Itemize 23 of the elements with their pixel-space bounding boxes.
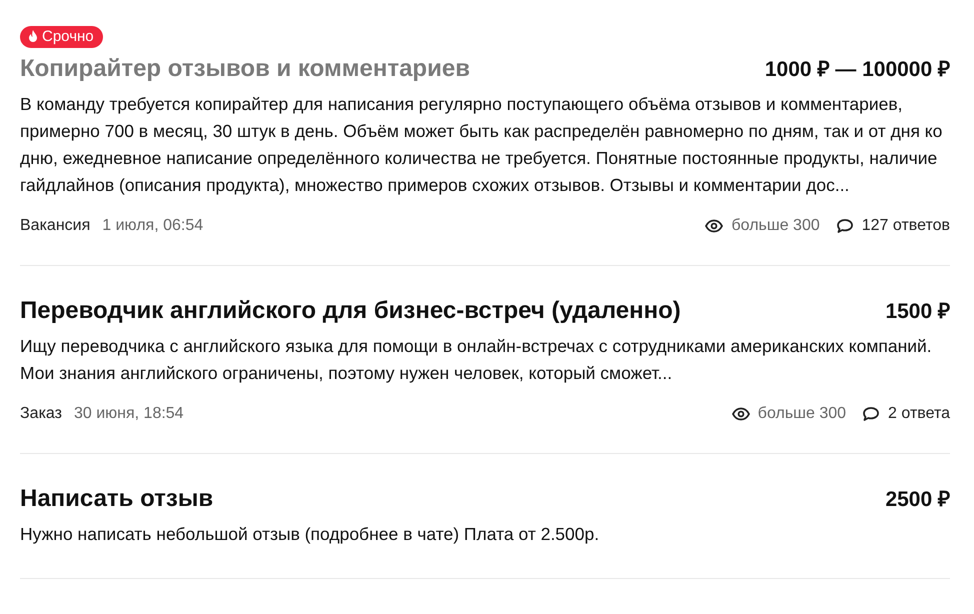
job-title-link[interactable]: Копирайтер отзывов и комментариев <box>20 55 470 83</box>
price: 2500 ₽ <box>885 487 950 512</box>
job-title-link[interactable]: Переводчик английского для бизнес-встреч (удаленно) <box>20 297 681 325</box>
job-description: В команду требуется копирайтер для написания регулярно поступающего объёма отзывов и комментариев, примерно 700 в месяц, 30 штук в день. Объём может быть как распределён равномерно по дням, так и от дня ко дню, ежедневное написание определённого количества не требуется. Понятные постоянные продукты, наличие гайдлайнов (описания продукта), множество примеров схожих отзывов. Отзывы и комментарии дос... <box>20 93 944 197</box>
price: 1500 ₽ <box>885 299 950 324</box>
job-title-link[interactable]: Написать отзыв <box>20 485 214 513</box>
job-description: Нужно написать небольшой отзыв (подробнее в чате) Плата от 2.500р. <box>20 523 600 546</box>
flame-icon <box>28 30 38 43</box>
job-type: Вакансия <box>20 217 90 235</box>
job-type: Заказ <box>20 405 62 423</box>
views-count: больше 300 <box>731 217 820 235</box>
post-date: 30 июня, 18:54 <box>74 405 184 423</box>
eye-icon <box>705 219 724 233</box>
responses-count: 127 ответов <box>862 217 950 235</box>
badge-label: Срочно <box>42 28 94 45</box>
responses-count: 2 ответа <box>888 405 950 423</box>
speech-bubble-icon <box>862 406 880 422</box>
job-description: Ищу переводчика с английского языка для помощи в онлайн-встречах с сотрудниками американских компаний. Мои знания английского ограничены, поэтому нужен человек, который сможет... <box>20 335 933 385</box>
eye-icon <box>732 407 750 421</box>
speech-bubble-icon <box>836 218 854 234</box>
price: 1000 ₽ — 100000 ₽ <box>764 57 950 82</box>
views-count: больше 300 <box>758 405 846 423</box>
post-date: 1 июля, 06:54 <box>102 217 204 235</box>
